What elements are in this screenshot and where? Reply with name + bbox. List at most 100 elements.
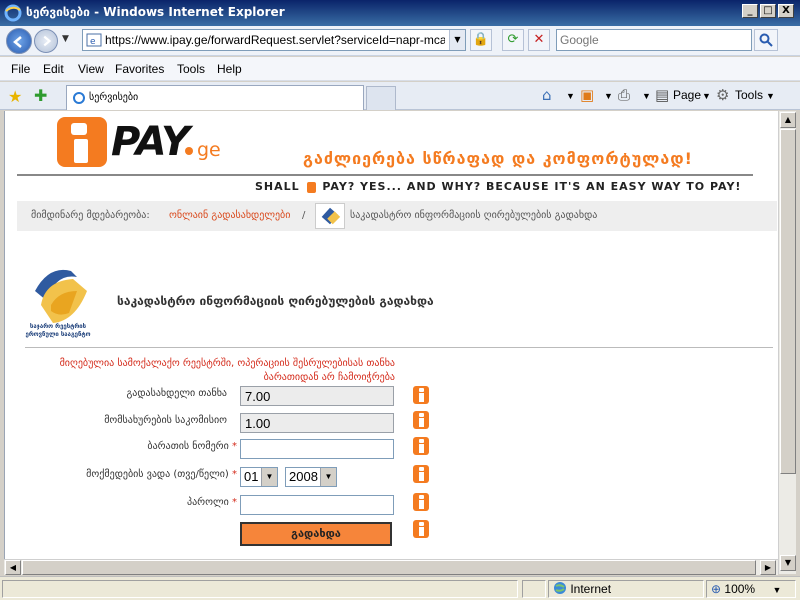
section-divider — [25, 347, 773, 348]
breadcrumb-online-payments-link[interactable]: ონლაინ გადასახდელები — [169, 210, 290, 221]
slogan-english: SHALL PAY? YES... AND WHY? BECAUSE IT'S … — [255, 180, 741, 193]
required-mark: * — [232, 497, 237, 508]
tab-bar: ★ ✚ სერვისები ⌂ ▼ ▣ ▼ ⎙ ▼ ▤ Page ▼ ⚙ Too… — [0, 82, 800, 110]
scroll-thumb[interactable] — [780, 129, 796, 474]
info-icon[interactable] — [413, 520, 429, 538]
print-dropdown[interactable]: ▼ — [642, 91, 651, 101]
expiry-label-text: მოქმედების ვადა (თვე/წელი) — [86, 469, 229, 480]
status-bar: Internet ⊕ 100% ▼ — [0, 576, 800, 600]
forward-arrow-icon — [43, 35, 52, 47]
breadcrumb-separator: / — [302, 210, 306, 221]
menu-bar: File Edit View Favorites Tools Help — [0, 57, 800, 81]
slogan-georgian: გაძლიერება სწრაფად და კომფორტულად! — [303, 149, 693, 168]
card-number-label-text: ბარათის ნომერი — [147, 441, 229, 452]
breadcrumb-current-page: საკადასტრო ინფორმაციის ღირებულების გადახ… — [350, 210, 598, 221]
print-icon[interactable]: ⎙ — [618, 86, 630, 104]
web-content: PAY ge გაძლიერება სწრაფად და კომფორტულად… — [4, 111, 778, 574]
tab-services[interactable]: სერვისები — [66, 85, 364, 110]
tools-menu[interactable]: Tools — [735, 88, 763, 102]
forward-button[interactable] — [34, 29, 58, 53]
menu-tools[interactable]: Tools — [177, 62, 205, 76]
search-icon — [759, 33, 773, 47]
card-number-field[interactable] — [240, 439, 394, 459]
scroll-right-button[interactable]: ▶ — [760, 560, 776, 575]
search-input[interactable] — [557, 30, 751, 50]
search-box[interactable] — [556, 29, 752, 51]
url-text[interactable]: https://www.ipay.ge/forwardRequest.servl… — [105, 33, 445, 47]
required-mark: * — [232, 441, 237, 452]
scroll-left-button[interactable]: ◀ — [5, 560, 21, 575]
feeds-dropdown[interactable]: ▼ — [604, 91, 613, 101]
lock-icon[interactable]: 🔒 — [470, 29, 492, 51]
ie-logo-icon — [4, 4, 22, 22]
header-divider — [17, 174, 753, 176]
expiry-year-value: 2008 — [289, 469, 318, 484]
page-menu[interactable]: Page — [673, 88, 701, 102]
info-icon[interactable] — [413, 493, 429, 511]
menu-favorites[interactable]: Favorites — [115, 62, 164, 76]
maximize-button[interactable]: □ — [760, 4, 776, 18]
menu-edit[interactable]: Edit — [43, 62, 64, 76]
globe-icon — [554, 582, 566, 594]
password-label: პაროლი * — [17, 497, 237, 508]
menu-file[interactable]: File — [11, 62, 30, 76]
address-bar[interactable]: e https://www.ipay.ge/forwardRequest.ser… — [82, 29, 466, 51]
search-button[interactable] — [754, 29, 778, 51]
expiry-month-value: 01 — [244, 469, 259, 484]
page-title: საკადასტრო ინფორმაციის ღირებულების გადახ… — [117, 294, 434, 308]
amount-field — [240, 386, 394, 406]
new-tab-button[interactable] — [366, 86, 396, 110]
add-favorite-icon[interactable]: ✚ — [34, 86, 47, 105]
tools-dropdown[interactable]: ▼ — [766, 91, 775, 101]
info-icon[interactable] — [413, 437, 429, 455]
logo-dot — [185, 147, 193, 155]
info-icon[interactable] — [413, 465, 429, 483]
slogan-part1: SHALL — [255, 180, 300, 193]
info-icon[interactable] — [413, 411, 429, 429]
expiry-year-select[interactable]: 2008 ▼ — [285, 467, 337, 487]
registry-caption: საჯარო რეესტრის ეროვნული სააგენტო — [25, 323, 91, 338]
home-dropdown[interactable]: ▼ — [566, 91, 575, 101]
logo-i-dot — [71, 123, 87, 135]
home-icon[interactable]: ⌂ — [542, 86, 552, 104]
stop-icon[interactable]: ✕ — [528, 29, 550, 51]
gear-icon: ⚙ — [716, 86, 730, 104]
pay-button[interactable]: გადახდა — [240, 522, 392, 546]
status-text-pane — [2, 580, 518, 598]
page-menu-icon: ▤ — [655, 86, 670, 104]
payment-notice: მიღებულია სამოქალაქო რეესტრში, ოპერაციის… — [59, 358, 395, 383]
recent-pages-dropdown[interactable]: ▼ — [62, 34, 69, 44]
breadcrumb: მიმდინარე მდებარეობა: ონლაინ გადასახდელე… — [17, 201, 777, 231]
fee-field — [240, 413, 394, 433]
refresh-icon[interactable]: ⟳ — [502, 29, 524, 51]
zoom-control[interactable]: ⊕ 100% ▼ — [706, 580, 796, 598]
menu-help[interactable]: Help — [217, 62, 242, 76]
zone-pane[interactable]: Internet — [548, 580, 704, 598]
svg-text:e: e — [90, 37, 96, 47]
password-field[interactable] — [240, 495, 394, 515]
zoom-dropdown[interactable]: ▼ — [772, 585, 781, 595]
address-dropdown-button[interactable]: ▼ — [449, 30, 465, 50]
favorites-star-icon[interactable]: ★ — [8, 87, 22, 106]
minimize-button[interactable]: _ — [742, 4, 758, 18]
logo-domain: ge — [197, 139, 221, 161]
logo-text[interactable]: PAY — [111, 119, 190, 165]
logo-i-stem — [74, 139, 88, 163]
page-icon — [73, 92, 85, 104]
vertical-scrollbar[interactable]: ▲ ▼ — [778, 111, 796, 574]
horizontal-scroll-thumb[interactable] — [22, 560, 756, 575]
horizontal-scrollbar[interactable]: ◀ ▶ — [4, 559, 778, 575]
chevron-down-icon: ▼ — [320, 468, 336, 486]
password-label-text: პაროლი — [187, 497, 229, 508]
back-button[interactable] — [6, 28, 32, 54]
card-number-label: ბარათის ნომერი * — [17, 441, 237, 452]
page-dropdown[interactable]: ▼ — [702, 91, 711, 101]
scroll-down-button[interactable]: ▼ — [780, 555, 796, 571]
feeds-icon[interactable]: ▣ — [580, 86, 594, 104]
expiry-month-select[interactable]: 01 ▼ — [240, 467, 278, 487]
info-icon[interactable] — [413, 386, 429, 404]
scroll-up-button[interactable]: ▲ — [780, 112, 796, 128]
menu-view[interactable]: View — [78, 62, 104, 76]
zoom-level: 100% — [724, 582, 756, 596]
close-button[interactable]: X — [778, 4, 794, 18]
